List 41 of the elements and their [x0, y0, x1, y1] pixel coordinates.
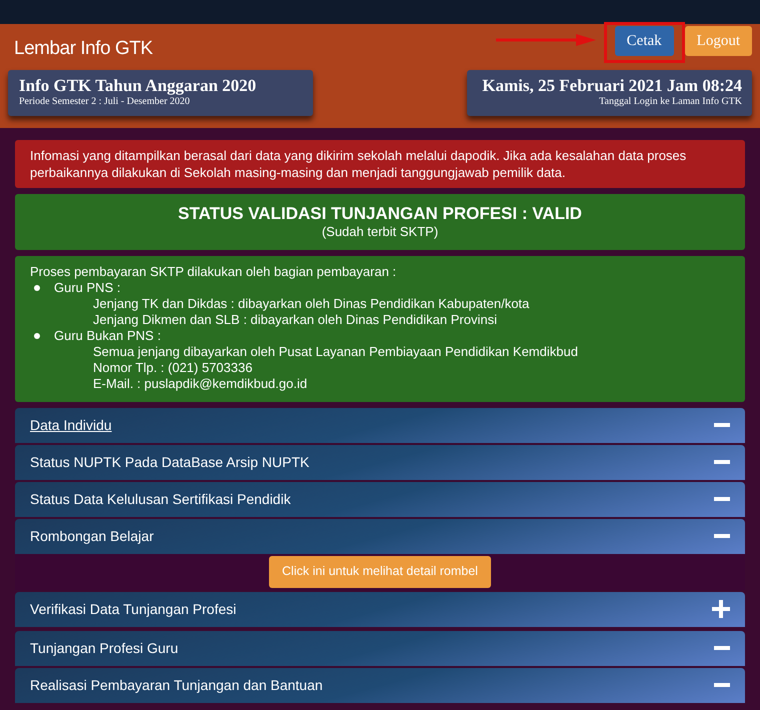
accordion-header[interactable]: Status NUPTK Pada DataBase Arsip NUPTK: [15, 444, 745, 480]
accordion-header[interactable]: Status Data Kelulusan Sertifikasi Pendidik: [15, 482, 745, 516]
notice-text: Infomasi yang ditampilkan berasal dari data yang dikirim sekolah melalui dapodik. Jika ada kesalahan data proses perbaikannya dilakukan di Sekolah masing-masing dan menjadi tanggungjawab pemilik data.: [15, 140, 745, 188]
status-title: STATUS VALIDASI TUNJANGAN PROFESI : VALID: [178, 204, 582, 224]
minus-icon[interactable]: [714, 460, 730, 464]
group-label: Guru PNS :: [54, 280, 120, 296]
section-title: Realisasi Pembayaran Tunjangan dan Bantuan: [30, 676, 323, 695]
section-title: Tunjangan Profesi Guru: [30, 638, 178, 658]
payment-line: Nomor Tlp. : (021) 5703336: [93, 360, 254, 376]
login-date: Kamis, 25 Februari 2021 Jam 08:24: [481, 76, 742, 96]
accordion-header[interactable]: Data Individu: [15, 408, 745, 442]
group-label: Guru Bukan PNS :: [54, 328, 161, 344]
minus-icon[interactable]: [714, 497, 730, 501]
minus-icon[interactable]: [714, 423, 730, 427]
section-title[interactable]: Data Individu: [30, 414, 112, 436]
accordion-header[interactable]: Tunjangan Profesi Guru: [15, 630, 745, 666]
section-title: Status NUPTK Pada DataBase Arsip NUPTK: [30, 452, 310, 472]
section-title: Status Data Kelulusan Sertifikasi Pendidik: [30, 490, 291, 508]
period-subtitle: Periode Semester 2 : Juli - Desember 2020: [19, 96, 191, 108]
bullet-icon: [34, 284, 40, 290]
minus-icon[interactable]: [714, 683, 730, 687]
accordion-header[interactable]: Realisasi Pembayaran Tunjangan dan Bantuan: [15, 668, 745, 702]
section-title: Verifikasi Data Tunjangan Profesi: [30, 600, 236, 619]
print-button[interactable]: Cetak: [614, 26, 674, 56]
minus-icon[interactable]: [714, 646, 730, 650]
status-subtitle: (Sudah terbit SKTP): [322, 224, 438, 240]
page-title: Lembar Info GTK: [14, 37, 153, 61]
payment-line: Semua jenjang dibayarkan oleh Pusat Layanan Pembiayaan Pendidikan Kemdikbud: [93, 344, 579, 360]
arrow-icon: [496, 34, 596, 46]
period-title: Info GTK Tahun Anggaran 2020: [19, 76, 258, 96]
payment-line: Jenjang TK dan Dikdas : dibayarkan oleh Dinas Pendidikan Kabupaten/kota: [93, 296, 530, 312]
section-title: Rombongan Belajar: [30, 526, 154, 546]
bullet-icon: [34, 332, 40, 338]
payment-intro: Proses pembayaran SKTP dilakukan oleh bagian pembayaran :: [30, 264, 398, 280]
payment-line: Jenjang Dikmen dan SLB : dibayarkan oleh Dinas Pendidikan Provinsi: [93, 312, 498, 328]
accordion-header[interactable]: Verifikasi Data Tunjangan Profesi: [15, 592, 745, 626]
plus-icon[interactable]: [712, 600, 730, 618]
minus-icon[interactable]: [714, 534, 730, 538]
accordion-header[interactable]: Rombongan Belajar: [15, 518, 745, 554]
payment-line: E-Mail. : puslapdik@kemdikbud.go.id: [93, 376, 308, 392]
login-caption: Tanggal Login ke Laman Info GTK: [598, 96, 742, 108]
